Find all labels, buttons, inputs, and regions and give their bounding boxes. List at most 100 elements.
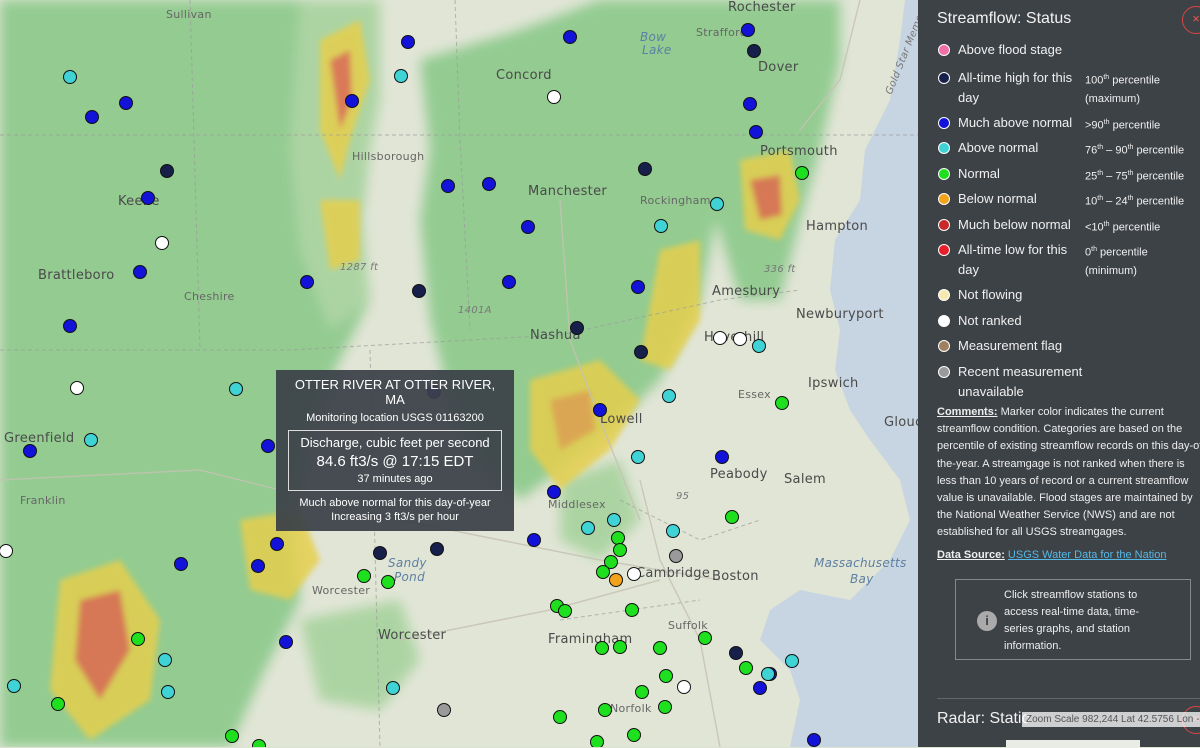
streamgage-marker-not-ranked[interactable] bbox=[70, 381, 84, 395]
streamgage-marker-not-ranked[interactable] bbox=[627, 567, 641, 581]
streamgage-marker-much-above-normal[interactable] bbox=[23, 444, 37, 458]
streamgage-marker-much-above-normal[interactable] bbox=[119, 96, 133, 110]
streamgage-marker-much-above-normal[interactable] bbox=[482, 177, 496, 191]
streamgage-marker-all-time-high[interactable] bbox=[373, 546, 387, 560]
streamgage-marker-normal[interactable] bbox=[627, 728, 641, 742]
streamgage-marker-above-normal[interactable] bbox=[654, 219, 668, 233]
streamgage-marker-above-normal[interactable] bbox=[631, 450, 645, 464]
streamgage-marker-not-ranked[interactable] bbox=[547, 90, 561, 104]
streamgage-marker-not-ranked[interactable] bbox=[677, 680, 691, 694]
streamgage-marker-much-above-normal[interactable] bbox=[807, 733, 821, 747]
streamgage-marker-much-above-normal[interactable] bbox=[521, 220, 535, 234]
streamgage-marker-above-normal[interactable] bbox=[710, 197, 724, 211]
streamgage-marker-above-normal[interactable] bbox=[581, 521, 595, 535]
streamgage-marker-much-above-normal[interactable] bbox=[593, 403, 607, 417]
streamgage-marker-above-normal[interactable] bbox=[666, 524, 680, 538]
streamgage-marker-not-ranked[interactable] bbox=[733, 332, 747, 346]
streamgage-marker-much-above-normal[interactable] bbox=[715, 450, 729, 464]
streamgage-marker-above-normal[interactable] bbox=[752, 339, 766, 353]
streamgage-marker-normal[interactable] bbox=[775, 396, 789, 410]
streamgage-marker-above-normal[interactable] bbox=[394, 69, 408, 83]
legend-percentile: 25th – 75th percentile bbox=[1085, 170, 1185, 183]
streamgage-marker-much-above-normal[interactable] bbox=[174, 557, 188, 571]
streamgage-marker-normal[interactable] bbox=[51, 697, 65, 711]
streamgage-marker-all-time-high[interactable] bbox=[430, 542, 444, 556]
streamgage-marker-all-time-high[interactable] bbox=[634, 345, 648, 359]
streamgage-marker-below-normal[interactable] bbox=[609, 573, 623, 587]
streamgage-marker-normal[interactable] bbox=[381, 575, 395, 589]
streamgage-marker-normal[interactable] bbox=[739, 661, 753, 675]
streamgage-marker-above-normal[interactable] bbox=[158, 653, 172, 667]
streamgage-marker-normal[interactable] bbox=[698, 631, 712, 645]
streamgage-marker-normal[interactable] bbox=[613, 640, 627, 654]
legend-marker-icon bbox=[938, 289, 950, 301]
streamgage-marker-normal[interactable] bbox=[357, 569, 371, 583]
map-canvas[interactable]: Concord Manchester Keene Brattleboro Hillsbo… bbox=[0, 0, 918, 747]
legend-label: Normal bbox=[958, 166, 1000, 181]
streamgage-marker-much-above-normal[interactable] bbox=[753, 681, 767, 695]
streamgage-marker-normal[interactable] bbox=[225, 729, 239, 743]
streamgage-marker-normal[interactable] bbox=[653, 641, 667, 655]
streamgage-marker-normal[interactable] bbox=[558, 604, 572, 618]
streamgage-marker-above-normal[interactable] bbox=[7, 679, 21, 693]
streamgage-marker-much-above-normal[interactable] bbox=[85, 110, 99, 124]
info-icon: i bbox=[977, 611, 997, 631]
map-label: Middlesex bbox=[548, 498, 606, 511]
streamgage-marker-all-time-high[interactable] bbox=[160, 164, 174, 178]
streamgage-marker-much-above-normal[interactable] bbox=[261, 439, 275, 453]
streamgage-marker-much-above-normal[interactable] bbox=[441, 179, 455, 193]
streamgage-marker-normal[interactable] bbox=[613, 543, 627, 557]
streamgage-marker-normal[interactable] bbox=[590, 735, 604, 747]
streamgage-marker-above-normal[interactable] bbox=[761, 667, 775, 681]
streamgage-marker-above-normal[interactable] bbox=[84, 433, 98, 447]
streamgage-marker-much-above-normal[interactable] bbox=[63, 319, 77, 333]
streamgage-marker-much-above-normal[interactable] bbox=[563, 30, 577, 44]
streamgage-marker-above-normal[interactable] bbox=[229, 382, 243, 396]
streamgage-marker-all-time-high[interactable] bbox=[747, 44, 761, 58]
streamgage-marker-much-above-normal[interactable] bbox=[527, 533, 541, 547]
station-popup: OTTER RIVER AT OTTER RIVER, MA Monitorin… bbox=[276, 370, 514, 531]
streamgage-marker-normal[interactable] bbox=[725, 510, 739, 524]
streamgage-marker-unavailable[interactable] bbox=[669, 549, 683, 563]
streamgage-marker-above-normal[interactable] bbox=[161, 685, 175, 699]
streamgage-marker-much-above-normal[interactable] bbox=[251, 559, 265, 573]
streamgage-marker-normal[interactable] bbox=[131, 632, 145, 646]
streamgage-marker-much-above-normal[interactable] bbox=[270, 537, 284, 551]
streamgage-marker-above-normal[interactable] bbox=[63, 70, 77, 84]
streamgage-marker-much-above-normal[interactable] bbox=[401, 35, 415, 49]
streamgage-marker-much-above-normal[interactable] bbox=[345, 94, 359, 108]
streamgage-marker-all-time-high[interactable] bbox=[570, 321, 584, 335]
streamgage-marker-much-above-normal[interactable] bbox=[279, 635, 293, 649]
streamgage-marker-normal[interactable] bbox=[596, 565, 610, 579]
streamgage-marker-all-time-high[interactable] bbox=[638, 162, 652, 176]
streamgage-marker-much-above-normal[interactable] bbox=[547, 485, 561, 499]
streamgage-marker-normal[interactable] bbox=[252, 739, 266, 747]
streamgage-marker-normal[interactable] bbox=[595, 641, 609, 655]
streamgage-marker-above-normal[interactable] bbox=[785, 654, 799, 668]
streamgage-marker-much-above-normal[interactable] bbox=[133, 265, 147, 279]
streamgage-marker-normal[interactable] bbox=[598, 703, 612, 717]
streamgage-marker-normal[interactable] bbox=[635, 685, 649, 699]
streamgage-marker-all-time-high[interactable] bbox=[412, 284, 426, 298]
streamgage-marker-normal[interactable] bbox=[625, 603, 639, 617]
streamgage-marker-much-above-normal[interactable] bbox=[141, 191, 155, 205]
close-icon[interactable]: × bbox=[1182, 6, 1200, 34]
streamgage-marker-above-normal[interactable] bbox=[607, 513, 621, 527]
streamgage-marker-normal[interactable] bbox=[795, 166, 809, 180]
streamgage-marker-much-above-normal[interactable] bbox=[300, 275, 314, 289]
streamgage-marker-not-ranked[interactable] bbox=[155, 236, 169, 250]
streamgage-marker-much-above-normal[interactable] bbox=[749, 125, 763, 139]
streamgage-marker-above-normal[interactable] bbox=[386, 681, 400, 695]
streamgage-marker-much-above-normal[interactable] bbox=[741, 23, 755, 37]
data-source-link[interactable]: USGS Water Data for the Nation bbox=[1008, 549, 1167, 561]
streamgage-marker-normal[interactable] bbox=[659, 669, 673, 683]
streamgage-marker-all-time-high[interactable] bbox=[729, 646, 743, 660]
streamgage-marker-above-normal[interactable] bbox=[662, 389, 676, 403]
streamgage-marker-normal[interactable] bbox=[553, 710, 567, 724]
streamgage-marker-much-above-normal[interactable] bbox=[502, 275, 516, 289]
streamgage-marker-normal[interactable] bbox=[658, 700, 672, 714]
streamgage-marker-unavailable[interactable] bbox=[437, 703, 451, 717]
streamgage-marker-not-ranked[interactable] bbox=[713, 331, 727, 345]
streamgage-marker-much-above-normal[interactable] bbox=[631, 280, 645, 294]
streamgage-marker-much-above-normal[interactable] bbox=[743, 97, 757, 111]
